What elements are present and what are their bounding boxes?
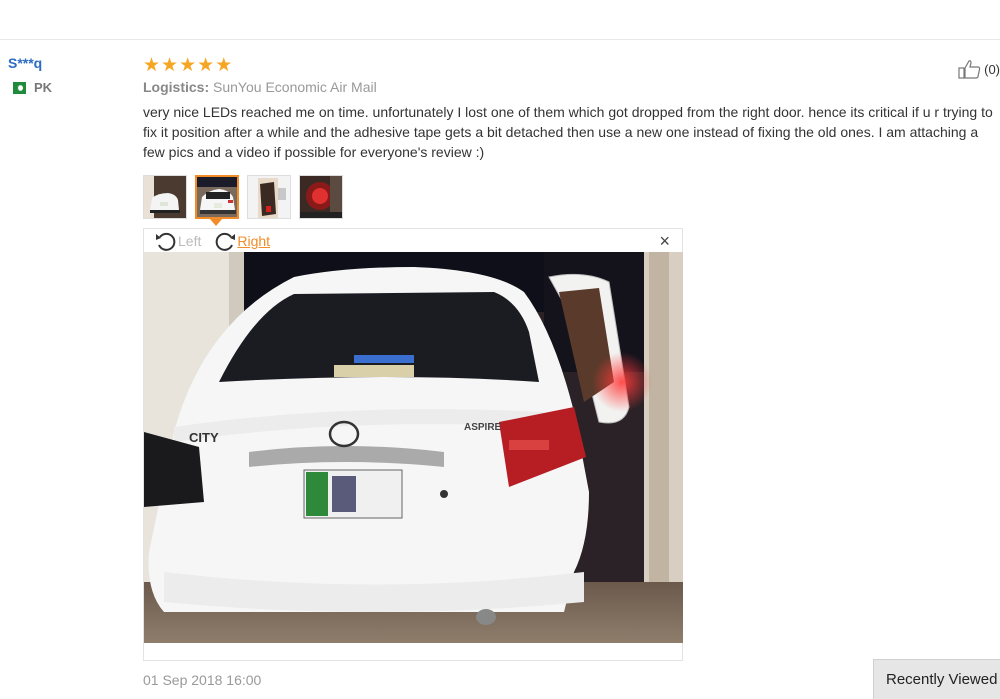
star-icon: ★ (215, 54, 233, 76)
svg-text:CITY: CITY (189, 430, 219, 445)
pakistan-flag-icon (8, 81, 26, 94)
rotate-right-icon (216, 232, 236, 251)
review-body: ★ ★ ★ ★ ★ Logistics: SunYou Economic Air… (143, 55, 1000, 162)
reviewer-country: PK (8, 80, 52, 95)
photo-thumbnail-3[interactable] (247, 175, 291, 219)
helpful-button[interactable]: (0) (958, 59, 1000, 79)
rotate-left-icon (156, 232, 176, 251)
star-icon: ★ (179, 54, 197, 76)
close-icon[interactable]: × (659, 231, 670, 252)
logistics-value: SunYou Economic Air Mail (213, 79, 377, 95)
photo-thumbnails (143, 175, 343, 219)
reviewer-name[interactable]: S***q (8, 55, 52, 71)
star-rating: ★ ★ ★ ★ ★ (143, 55, 1000, 75)
top-divider (0, 39, 1000, 40)
rotate-right-button[interactable]: Right (213, 230, 270, 252)
rotate-left-button[interactable]: Left (154, 230, 201, 252)
logistics-label: Logistics: (143, 79, 210, 95)
thumbs-up-icon (958, 60, 981, 79)
viewer-toolbar: Left Right × (144, 229, 682, 253)
review-date: 01 Sep 2018 16:00 (143, 672, 262, 688)
photo-thumbnail-4[interactable] (299, 175, 343, 219)
reviewer-info: S***q PK (8, 55, 52, 95)
review-text: very nice LEDs reached me on time. unfor… (143, 104, 993, 160)
helpful-count: (0) (984, 61, 1000, 77)
photo-viewer: Left Right × CITY ASPIRE (143, 228, 683, 661)
active-thumbnail-pointer (210, 219, 222, 226)
rotate-left-label: Left (178, 233, 202, 249)
country-code: PK (34, 80, 53, 95)
logistics-info: Logistics: SunYou Economic Air Mail (143, 79, 1000, 95)
recently-viewed-button[interactable]: Recently Viewed (873, 659, 1000, 699)
photo-thumbnail-1[interactable] (143, 175, 187, 219)
star-icon: ★ (161, 54, 179, 76)
svg-text:ASPIRE: ASPIRE (464, 422, 502, 433)
star-icon: ★ (197, 54, 215, 76)
photo-thumbnail-2[interactable] (195, 175, 239, 219)
star-icon: ★ (143, 54, 161, 76)
review-photo: CITY ASPIRE (144, 252, 683, 643)
rotate-right-label: Right (237, 233, 271, 249)
